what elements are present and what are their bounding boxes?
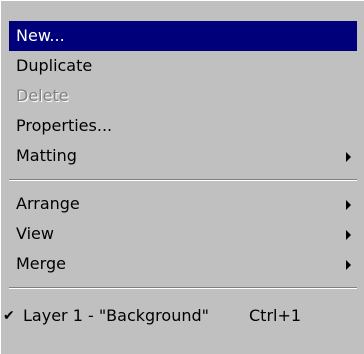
submenu-arrow-icon <box>346 230 351 240</box>
menu-item-label: Merge <box>16 254 66 273</box>
checkmark-icon: ✔ <box>3 308 15 324</box>
menu-item-merge[interactable]: Merge <box>9 249 357 279</box>
submenu-arrow-icon <box>346 200 351 210</box>
menu-item-new[interactable]: New... <box>9 21 357 51</box>
menu-item-label: Matting <box>16 146 77 165</box>
menu-item-shortcut: Ctrl+1 <box>249 306 302 325</box>
menu-item-matting[interactable]: Matting <box>9 141 357 171</box>
menu-item-duplicate[interactable]: Duplicate <box>9 51 357 81</box>
menu-item-arrange[interactable]: Arrange <box>9 189 357 219</box>
menu-item-properties[interactable]: Properties... <box>9 111 357 141</box>
menu-item-layer-1[interactable]: ✔ Layer 1 - "Background" Ctrl+1 <box>3 301 357 331</box>
menu-item-label: Layer 1 - "Background" <box>23 306 209 325</box>
menu-item-label: Duplicate <box>16 56 93 75</box>
submenu-arrow-icon <box>346 152 351 162</box>
menu-item-label: Properties... <box>16 116 113 135</box>
menu-item-label: View <box>16 224 54 243</box>
menu-separator <box>9 179 357 181</box>
menu-item-view[interactable]: View <box>9 219 357 249</box>
menu-item-label: New... <box>16 26 65 45</box>
menu-item-delete[interactable]: Delete <box>9 81 357 111</box>
menu-item-label: Delete <box>16 86 69 105</box>
menu-item-label: Arrange <box>16 194 80 213</box>
submenu-arrow-icon <box>346 260 351 270</box>
layer-context-menu: New... Duplicate Delete Properties... Ma… <box>0 0 364 354</box>
menu-separator <box>9 287 357 289</box>
